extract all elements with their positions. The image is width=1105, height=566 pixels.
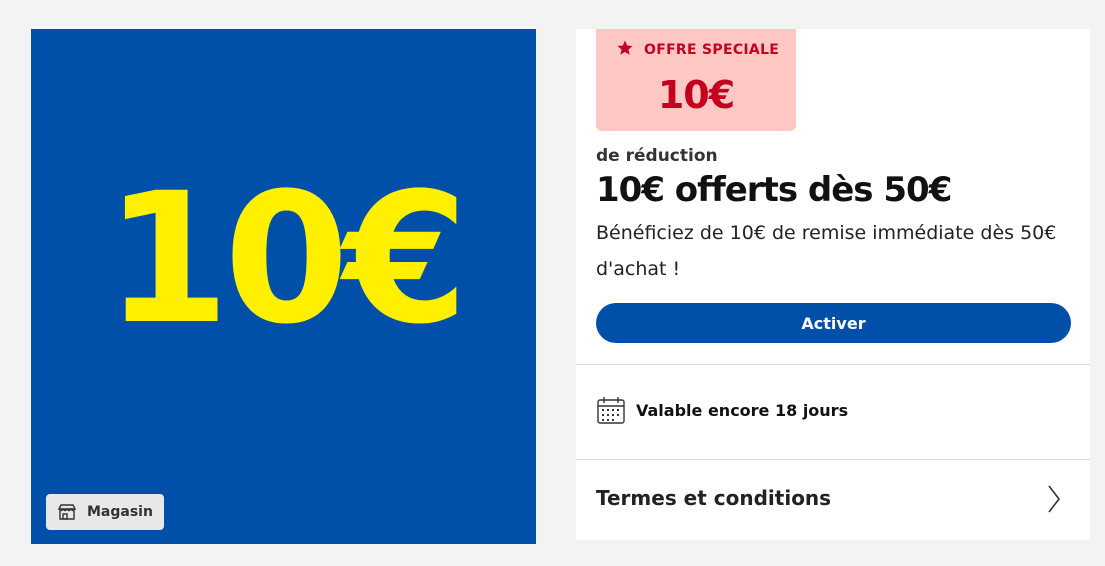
terms-and-conditions-link[interactable]: Termes et conditions	[576, 460, 1090, 540]
badge-header: OFFRE SPECIALE	[616, 39, 779, 61]
offer-image-amount: 10€	[104, 154, 469, 364]
offer-image: 10€ Magasin	[31, 29, 536, 544]
offer-details: OFFRE SPECIALE 10€ de réduction 10€ offe…	[576, 29, 1090, 540]
terms-label: Termes et conditions	[596, 486, 832, 510]
chevron-right-icon	[1046, 484, 1062, 519]
validity-info: Valable encore 18 jours	[596, 395, 848, 425]
star-icon	[616, 39, 634, 61]
store-icon	[57, 504, 77, 520]
divider	[576, 364, 1090, 365]
validity-text: Valable encore 18 jours	[636, 400, 849, 420]
offer-subtitle: de réduction	[596, 146, 718, 166]
badge-label: OFFRE SPECIALE	[644, 42, 780, 58]
special-offer-badge: OFFRE SPECIALE 10€	[596, 29, 796, 131]
offer-page: 10€ Magasin OFFRE SPECIALE 10€ de réduct…	[0, 0, 1105, 566]
calendar-icon	[596, 395, 626, 425]
store-tag: Magasin	[46, 494, 164, 530]
store-tag-label: Magasin	[87, 504, 153, 520]
badge-value: 10€	[657, 73, 735, 117]
offer-description: Bénéficiez de 10€ de remise immédiate dè…	[596, 222, 1057, 280]
activate-button[interactable]: Activer	[596, 303, 1071, 343]
offer-title: 10€ offerts dès 50€	[596, 170, 952, 210]
